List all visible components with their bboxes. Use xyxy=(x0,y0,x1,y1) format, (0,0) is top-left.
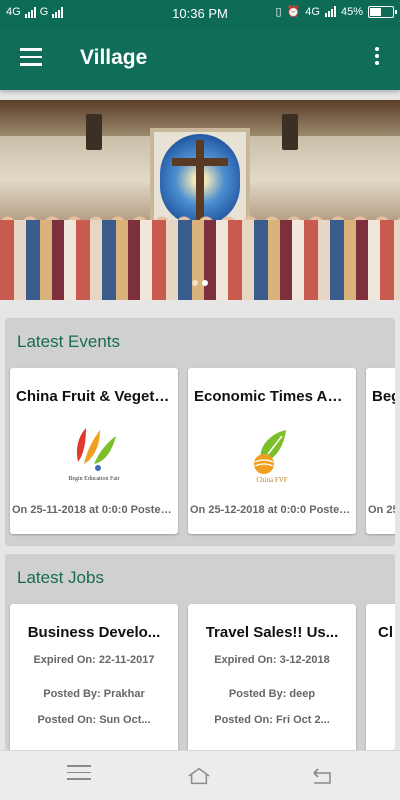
home-icon[interactable] xyxy=(187,765,211,787)
job-title: Cl xyxy=(378,624,393,641)
system-nav-bar xyxy=(0,750,400,800)
banner-carousel[interactable] xyxy=(0,100,400,300)
carousel-indicator xyxy=(0,280,400,286)
event-date-meta: On 25 xyxy=(368,504,395,516)
alarm-icon: ⏰ xyxy=(286,6,301,18)
battery-percent: 45% xyxy=(340,5,363,18)
back-icon[interactable] xyxy=(310,765,334,787)
job-posted-on: Posted On: Sun Oct... xyxy=(37,714,151,726)
job-expired: Expired On: 22-11-2017 xyxy=(33,654,155,666)
begin-education-fair-logo: Begin Education Fair xyxy=(68,428,120,482)
hamburger-menu-icon[interactable] xyxy=(20,48,42,66)
job-posted-on: Posted On: Fri Oct 2... xyxy=(214,714,330,726)
event-title: Economic Times Acet... xyxy=(194,388,356,405)
carousel-dot[interactable] xyxy=(192,280,198,286)
event-card[interactable]: Economic Times Acet... China FVF On 25-1… xyxy=(188,368,356,534)
event-date-meta: On 25-12-2018 at 0:0:0 Posted... xyxy=(190,504,356,516)
job-title: Business Develo... xyxy=(27,624,161,641)
signal-icon-3 xyxy=(324,6,336,17)
svg-text:Begin Education Fair: Begin Education Fair xyxy=(68,476,119,482)
job-title: Travel Sales!! Us... xyxy=(205,624,339,641)
latest-events-section: Latest Events China Fruit & Vegetabl... … xyxy=(5,318,395,546)
event-date-meta: On 25-11-2018 at 0:0:0 Posted... xyxy=(12,504,177,516)
recent-apps-icon[interactable] xyxy=(67,765,91,787)
more-vert-icon[interactable] xyxy=(374,47,380,67)
job-card[interactable]: Cl xyxy=(366,604,395,750)
event-card[interactable]: China Fruit & Vegetabl... Begin Educatio… xyxy=(10,368,178,534)
event-title: Beg xyxy=(372,388,395,405)
job-card[interactable]: Travel Sales!! Us... Expired On: 3-12-20… xyxy=(188,604,356,750)
job-posted-by: Posted By: Prakhar xyxy=(43,688,145,700)
event-card[interactable]: Beg On 25 xyxy=(366,368,395,534)
lamp-left xyxy=(86,114,102,150)
job-posted-by: Posted By: deep xyxy=(228,688,316,700)
china-fvf-logo: China FVF xyxy=(254,430,288,484)
job-expired: Expired On: 3-12-2018 xyxy=(214,654,330,666)
network-type-4g-right: 4G xyxy=(305,5,320,18)
app-bar: Village xyxy=(0,27,400,90)
job-card[interactable]: Business Develo... Expired On: 22-11-201… xyxy=(10,604,178,750)
section-title-events: Latest Events xyxy=(17,332,121,351)
page-title: Village xyxy=(80,46,148,69)
battery-icon xyxy=(368,5,397,18)
event-title: China Fruit & Vegetabl... xyxy=(16,388,178,405)
status-bar: 4G G 10:36 PM ▯ ⏰ 4G 45% xyxy=(0,0,400,27)
vibrate-icon: ▯ xyxy=(275,6,282,18)
group-photo xyxy=(0,220,400,300)
lamp-right xyxy=(282,114,298,150)
section-title-jobs: Latest Jobs xyxy=(17,568,104,587)
carousel-dot-active[interactable] xyxy=(202,280,208,286)
latest-jobs-section: Latest Jobs Business Develo... Expired O… xyxy=(5,554,395,750)
svg-text:China FVF: China FVF xyxy=(256,476,287,484)
